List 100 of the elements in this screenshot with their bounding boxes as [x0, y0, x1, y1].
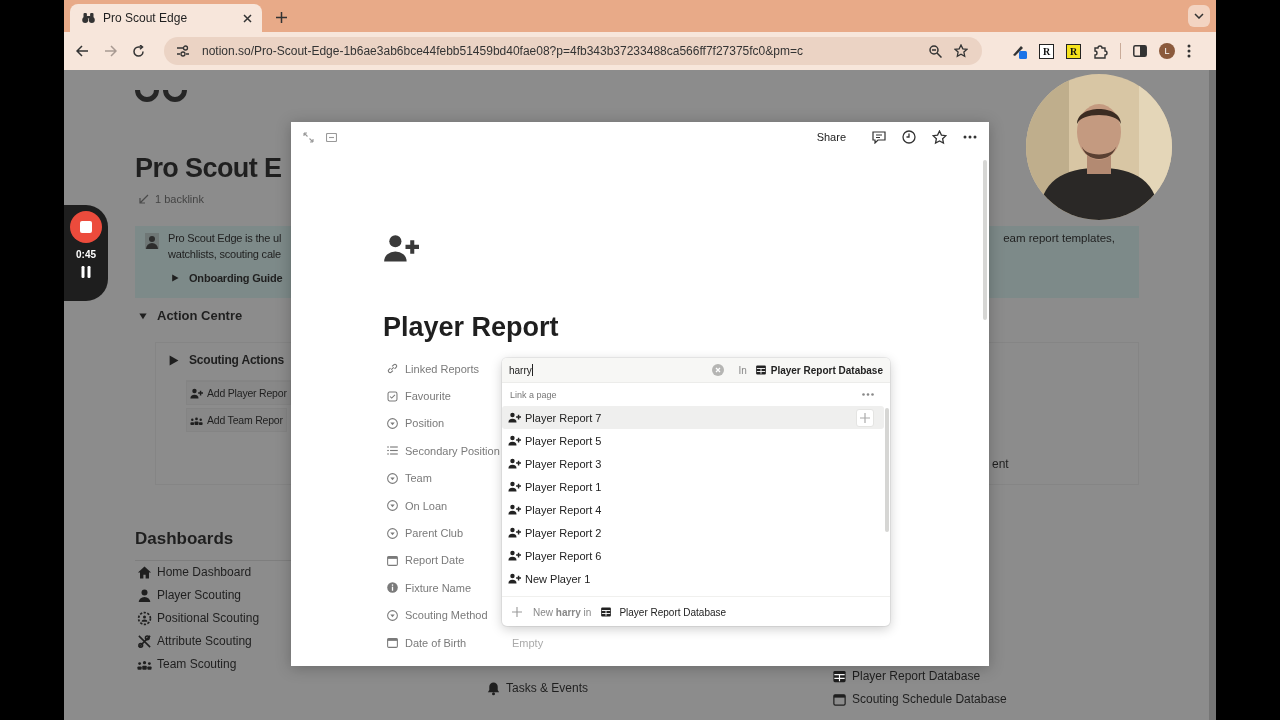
chevron-circle-icon [386, 471, 399, 485]
toggle-heading[interactable]: Action Centre [135, 304, 243, 328]
stop-button[interactable] [70, 211, 102, 243]
share-button[interactable]: Share [812, 129, 850, 145]
sidebar-icon[interactable] [1133, 45, 1147, 57]
arrow-icon [139, 194, 149, 204]
person-plus-icon [190, 386, 203, 400]
menu-item[interactable]: Player Report 6 [502, 544, 884, 567]
chevron-down-icon [1194, 13, 1204, 19]
address-bar[interactable]: notion.so/Pro-Scout-Edge-1b6ae3ab6bce44febb51459bd40fae08?p=4fb343b37233488ca566ff7f27375fc0&pm=c [164, 37, 982, 65]
pen-icon[interactable] [1011, 43, 1027, 59]
toggle-block[interactable]: Onboarding Guide [168, 269, 283, 287]
avatar-icon [145, 233, 159, 249]
list-icon [386, 444, 399, 458]
page-link[interactable]: Home Dashboard [135, 561, 252, 584]
page-link[interactable]: Team Scouting [135, 653, 237, 676]
person-plus-icon [508, 434, 521, 447]
star-icon[interactable] [954, 44, 968, 58]
property-label[interactable]: Date of Birth [383, 636, 504, 650]
link-icon [386, 362, 399, 376]
site-info-icon[interactable] [176, 45, 190, 57]
table-icon [600, 606, 613, 618]
page-link[interactable]: Attribute Scouting [135, 630, 252, 653]
back-icon[interactable] [76, 45, 89, 57]
callout-text: eam report templates, [1003, 231, 1115, 246]
template-button[interactable]: Add Player Repor [186, 381, 291, 405]
person-plus-icon [508, 480, 521, 493]
chevron-circle-icon [386, 526, 399, 540]
close-icon[interactable] [243, 13, 252, 23]
person-plus-icon [508, 572, 521, 585]
zoom-icon[interactable] [929, 44, 942, 58]
create-page-item[interactable]: New harry in Player Report Database [502, 596, 890, 626]
comment-icon[interactable] [872, 130, 886, 144]
person-plus-icon [508, 503, 521, 516]
reload-icon[interactable] [132, 44, 145, 58]
caret-right-icon[interactable] [168, 354, 179, 366]
extension-icon[interactable]: R [1039, 43, 1054, 59]
menu-item[interactable]: Player Report 4 [502, 498, 884, 521]
profile-avatar[interactable]: L [1159, 43, 1175, 59]
page-link[interactable]: Scouting Schedule Database [830, 690, 1007, 708]
scrollbar[interactable] [983, 160, 987, 320]
page-title: Pro Scout E [135, 152, 282, 185]
browser-tab[interactable]: Pro Scout Edge [70, 4, 262, 32]
menu-item[interactable]: Player Report 7 [502, 406, 884, 429]
property-label[interactable]: Fixture Name [383, 581, 504, 595]
info-icon [386, 581, 399, 595]
property-label[interactable]: Linked Reports [383, 362, 504, 376]
property-label[interactable]: Team [383, 471, 504, 485]
new-tab-icon[interactable] [276, 12, 287, 23]
property-label[interactable]: Secondary Position [383, 444, 504, 458]
menu-heading: Link a page [510, 389, 557, 400]
menu-item[interactable]: Player Report 3 [502, 452, 884, 475]
calendar-icon [832, 691, 847, 707]
property-label[interactable]: Favourite [383, 389, 504, 403]
extension-icon[interactable]: R [1066, 43, 1081, 59]
tab-search-button[interactable] [1188, 5, 1210, 27]
caret-down-icon[interactable] [139, 312, 147, 320]
expand-icon[interactable] [303, 131, 314, 143]
scrollbar[interactable] [885, 408, 889, 532]
star-icon[interactable] [932, 129, 947, 145]
person-icon [137, 588, 152, 603]
menu-item[interactable]: New Player 1 [502, 567, 884, 590]
binoculars-icon [82, 12, 95, 24]
page-link[interactable]: Player Scouting [135, 584, 242, 607]
home-icon [137, 565, 152, 580]
plus-icon [860, 412, 870, 423]
pause-icon[interactable] [81, 266, 91, 278]
calendar-icon [386, 636, 399, 650]
property-label[interactable]: Position [383, 416, 504, 430]
property-label[interactable]: On Loan [383, 499, 504, 513]
database-name: Player Report Database [619, 606, 727, 618]
more-icon[interactable] [963, 135, 977, 139]
peek-mode-icon[interactable] [326, 132, 337, 142]
backlink-link[interactable]: 1 backlink [135, 190, 204, 208]
link-text[interactable]: ent [992, 454, 1009, 474]
checkbox-icon [386, 389, 399, 403]
clock-icon[interactable] [902, 130, 916, 144]
create-text: New harry in [533, 606, 592, 618]
person-plus-icon [508, 549, 521, 562]
page-link[interactable]: Tasks & Events [484, 677, 589, 700]
menu-icon[interactable] [1187, 44, 1191, 58]
database-scope[interactable]: Player Report Database [754, 364, 883, 376]
calendar-icon [386, 553, 399, 567]
puzzle-icon[interactable] [1093, 43, 1108, 59]
chevron-circle-icon [386, 499, 399, 513]
property-label[interactable]: Scouting Method [383, 608, 504, 622]
crossed-tools-icon [137, 634, 152, 649]
dotted-circle-icon [137, 611, 152, 626]
search-field[interactable]: harry [509, 364, 705, 376]
menu-item[interactable]: Player Report 5 [502, 429, 884, 452]
menu-item[interactable]: Player Report 2 [502, 521, 884, 544]
page-link[interactable]: Positional Scouting [135, 607, 260, 630]
page-link[interactable]: Player Report Database [830, 667, 981, 685]
menu-item[interactable]: Player Report 1 [502, 475, 884, 498]
toggle-heading[interactable]: Scouting Actions [166, 348, 285, 372]
chevron-circle-icon [386, 416, 399, 430]
page-title: Player Report [383, 311, 559, 344]
template-button[interactable]: Add Team Repor [186, 408, 287, 432]
scrollbar[interactable] [1209, 70, 1216, 720]
caret-right-icon[interactable] [171, 274, 179, 282]
